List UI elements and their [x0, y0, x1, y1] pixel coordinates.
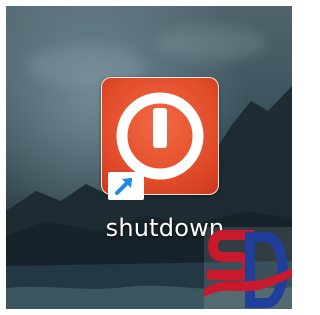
- shutdown-shortcut[interactable]: shutdown: [90, 72, 240, 252]
- power-icon: [116, 92, 204, 180]
- shutdown-icon-tile[interactable]: [101, 77, 219, 200]
- sd-logo: [204, 227, 292, 309]
- desktop-background: shutdown: [6, 6, 292, 309]
- shortcut-arrow-icon: [108, 172, 144, 200]
